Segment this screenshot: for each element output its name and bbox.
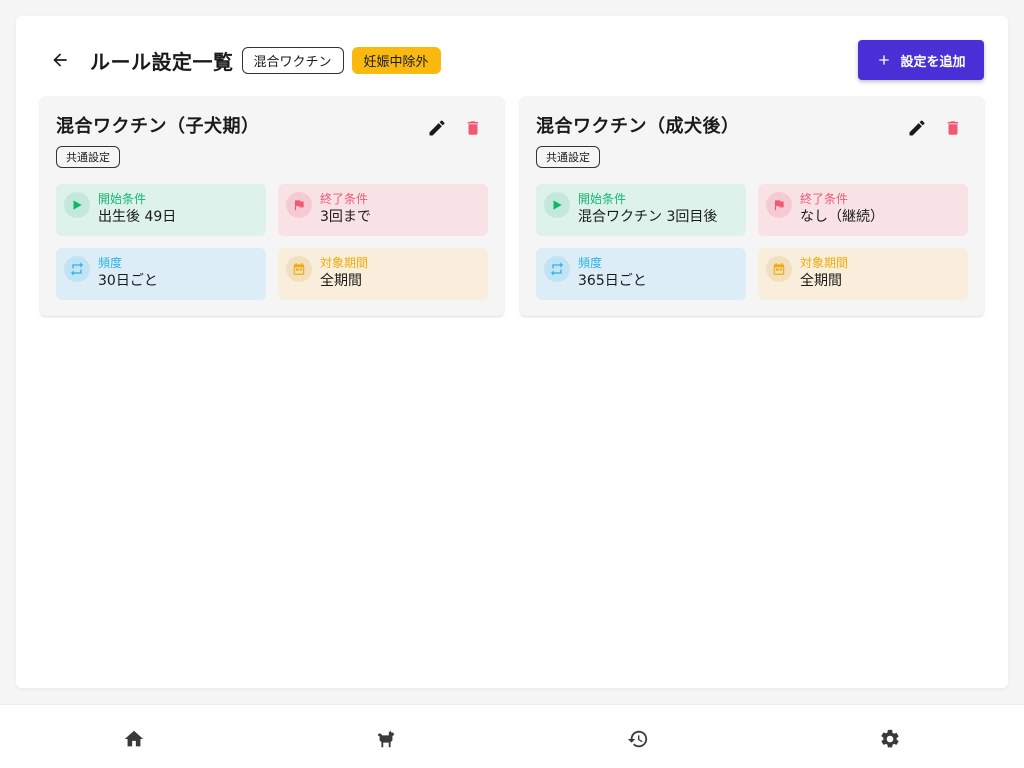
shared-setting-chip: 共通設定 <box>56 146 120 168</box>
flag-icon <box>286 192 312 218</box>
calendar-icon <box>286 256 312 282</box>
repeat-icon <box>64 256 90 282</box>
start-condition-label: 開始条件 <box>578 192 627 206</box>
end-condition-box: 終了条件 3回まで <box>278 184 488 236</box>
start-condition-box: 開始条件 出生後 49日 <box>56 184 266 236</box>
frequency-box: 頻度 365日ごと <box>536 248 746 300</box>
back-button[interactable] <box>40 40 80 80</box>
end-condition-value: なし（継続） <box>800 209 884 225</box>
rule-list-panel: ルール設定一覧 混合ワクチン 妊娠中除外 設定を追加 混合ワクチン（子犬期） 共… <box>16 16 1008 688</box>
dog-icon <box>377 730 395 748</box>
start-condition-value: 出生後 49日 <box>98 209 177 225</box>
bottom-navigation <box>0 704 1024 768</box>
rule-cards: 混合ワクチン（子犬期） 共通設定 開始条件 出生後 49日 終了条件 3回まで … <box>40 96 984 316</box>
nav-home-button[interactable] <box>122 727 146 751</box>
period-box: 対象期間 全期間 <box>758 248 968 300</box>
period-label: 対象期間 <box>800 256 849 270</box>
period-value: 全期間 <box>800 273 842 289</box>
play-icon <box>544 192 570 218</box>
home-icon <box>124 730 144 747</box>
period-box: 対象期間 全期間 <box>278 248 488 300</box>
end-condition-box: 終了条件 なし（継続） <box>758 184 968 236</box>
end-condition-label: 終了条件 <box>320 192 369 206</box>
arrow-left-icon <box>53 53 67 67</box>
period-label: 対象期間 <box>320 256 369 270</box>
trash-icon <box>947 121 959 135</box>
condition-grid: 開始条件 混合ワクチン 3回目後 終了条件 なし（継続） 頻度 365日ごと 対… <box>536 184 968 300</box>
condition-grid: 開始条件 出生後 49日 終了条件 3回まで 頻度 30日ごと 対象期間 全期間 <box>56 184 488 300</box>
nav-pets-button[interactable] <box>374 727 398 751</box>
pencil-icon <box>429 120 445 136</box>
nav-history-button[interactable] <box>626 727 650 751</box>
plus-icon <box>879 55 890 65</box>
play-icon <box>64 192 90 218</box>
history-icon <box>627 730 648 748</box>
page-title: ルール設定一覧 <box>90 49 234 74</box>
rule-card-title: 混合ワクチン（子犬期） <box>56 116 260 137</box>
flag-icon <box>766 192 792 218</box>
vaccine-type-chip: 混合ワクチン <box>241 46 344 74</box>
nav-settings-button[interactable] <box>878 727 902 751</box>
card-actions <box>426 116 484 140</box>
add-setting-button[interactable]: 設定を追加 <box>858 40 984 80</box>
add-setting-label: 設定を追加 <box>900 54 966 70</box>
start-condition-box: 開始条件 混合ワクチン 3回目後 <box>536 184 746 236</box>
frequency-value: 30日ごと <box>98 273 158 289</box>
edit-button[interactable] <box>426 116 448 140</box>
delete-button[interactable] <box>942 116 964 140</box>
frequency-label: 頻度 <box>578 256 603 270</box>
start-condition-label: 開始条件 <box>98 192 147 206</box>
pregnancy-exclusion-chip: 妊娠中除外 <box>351 46 441 74</box>
start-condition-value: 混合ワクチン 3回目後 <box>578 209 718 225</box>
frequency-box: 頻度 30日ごと <box>56 248 266 300</box>
calendar-icon <box>766 256 792 282</box>
period-value: 全期間 <box>320 273 362 289</box>
edit-button[interactable] <box>906 116 928 140</box>
gear-icon <box>881 729 899 748</box>
end-condition-label: 終了条件 <box>800 192 849 206</box>
rule-card: 混合ワクチン（成犬後） 共通設定 開始条件 混合ワクチン 3回目後 終了条件 な… <box>520 96 984 316</box>
rule-card-title: 混合ワクチン（成犬後） <box>536 116 740 137</box>
page-header: ルール設定一覧 混合ワクチン 妊娠中除外 設定を追加 <box>40 40 984 80</box>
end-condition-value: 3回まで <box>320 209 371 225</box>
rule-card: 混合ワクチン（子犬期） 共通設定 開始条件 出生後 49日 終了条件 3回まで … <box>40 96 504 316</box>
repeat-icon <box>544 256 570 282</box>
pencil-icon <box>909 120 925 136</box>
card-actions <box>906 116 964 140</box>
frequency-label: 頻度 <box>98 256 123 270</box>
delete-button[interactable] <box>462 116 484 140</box>
frequency-value: 365日ごと <box>578 273 647 289</box>
shared-setting-chip: 共通設定 <box>536 146 600 168</box>
trash-icon <box>467 121 479 135</box>
